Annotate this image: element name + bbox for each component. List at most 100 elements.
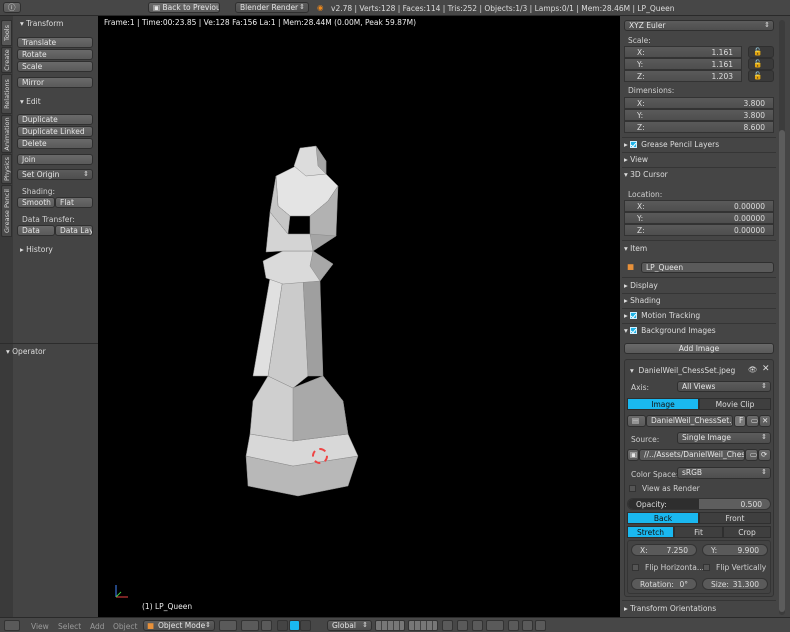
editor-type-3d-view-icon[interactable]: [4, 620, 20, 631]
grease-pencil-layers-header[interactable]: ▸ Grease Pencil Layers: [624, 139, 719, 150]
unlink-icon[interactable]: ✕: [759, 415, 771, 427]
layers-group-2[interactable]: [408, 620, 438, 631]
reload-icon[interactable]: ⟳: [758, 449, 771, 461]
tab-create[interactable]: Create: [1, 47, 12, 73]
snap-target-icon[interactable]: [508, 620, 519, 631]
duplicate-button[interactable]: Duplicate: [17, 114, 93, 125]
tab-grease-pencil[interactable]: Grease Pencil: [1, 185, 12, 237]
stretch-toggle[interactable]: Stretch: [627, 526, 674, 538]
checkbox-icon[interactable]: [703, 564, 710, 571]
size-field[interactable]: Size: 31.300: [702, 578, 768, 590]
close-icon[interactable]: ✕: [762, 364, 770, 374]
lock-scale-y-icon[interactable]: 🔓: [748, 58, 774, 70]
rotation-field[interactable]: Rotation: 0°: [631, 578, 697, 590]
render-animation-icon[interactable]: [535, 620, 546, 631]
set-origin-select[interactable]: Set Origin: [17, 169, 93, 180]
rotate-manipulator-icon[interactable]: [289, 620, 300, 631]
snap-toggle-icon[interactable]: [472, 620, 483, 631]
scale-z-field[interactable]: Z: 1.203: [624, 70, 742, 82]
add-image-button[interactable]: Add Image: [624, 343, 774, 354]
menu-object[interactable]: Object: [113, 622, 137, 631]
cursor-x-field[interactable]: X: 0.00000: [624, 200, 774, 212]
item-panel-header[interactable]: ▾ Item: [624, 243, 647, 254]
flip-vertically-checkbox[interactable]: Flip Vertically: [703, 563, 766, 572]
lock-camera-icon[interactable]: [442, 620, 453, 631]
join-button[interactable]: Join: [17, 154, 93, 165]
tab-movie-clip[interactable]: Movie Clip: [699, 398, 771, 410]
image-path-field[interactable]: //../Assets/DanielWeil_ChessSet...: [639, 449, 745, 461]
smooth-button[interactable]: Smooth: [17, 197, 55, 208]
menu-view[interactable]: View: [31, 622, 49, 631]
rotation-mode-select[interactable]: XYZ Euler: [624, 20, 774, 31]
tab-physics[interactable]: Physics: [1, 154, 12, 184]
shading-panel-header[interactable]: ▸ Shading: [624, 295, 661, 306]
display-panel-header[interactable]: ▸ Display: [624, 280, 658, 291]
transform-panel-header[interactable]: ▾ Transform: [20, 18, 63, 29]
view-panel-header[interactable]: ▸ View: [624, 154, 648, 165]
motion-tracking-header[interactable]: ▸ Motion Tracking: [624, 310, 700, 321]
background-image-header[interactable]: ▾ DanielWeil_ChessSet.jpeg: [630, 365, 735, 376]
proportional-editing-icon[interactable]: [457, 620, 468, 631]
background-images-header[interactable]: ▾ Background Images: [624, 325, 716, 336]
fit-toggle[interactable]: Fit: [674, 526, 723, 538]
eye-icon[interactable]: 👁: [748, 365, 758, 374]
lock-scale-x-icon[interactable]: 🔓: [748, 46, 774, 58]
scale-button[interactable]: Scale: [17, 61, 93, 72]
cursor-z-field[interactable]: Z: 0.00000: [624, 224, 774, 236]
menu-select[interactable]: Select: [58, 622, 81, 631]
flat-button[interactable]: Flat: [55, 197, 93, 208]
back-to-previous-button[interactable]: ▣ Back to Previous: [148, 2, 220, 13]
scrollbar-thumb[interactable]: [779, 130, 785, 612]
folder-icon[interactable]: ▭: [746, 415, 759, 427]
scale-manipulator-icon[interactable]: [300, 620, 311, 631]
view-as-render-checkbox[interactable]: View as Render: [629, 484, 700, 493]
dimension-x-field[interactable]: X: 3.800: [624, 97, 774, 109]
checkbox-checked-icon[interactable]: [630, 141, 638, 148]
lock-scale-z-icon[interactable]: 🔓: [748, 70, 774, 82]
manipulator-icon[interactable]: [261, 620, 272, 631]
cursor-y-field[interactable]: Y: 0.00000: [624, 212, 774, 224]
source-select[interactable]: Single Image: [677, 432, 771, 444]
file-browser-icon[interactable]: ▭: [745, 449, 758, 461]
translate-manipulator-icon[interactable]: [277, 620, 288, 631]
checkbox-checked-icon[interactable]: [630, 327, 638, 334]
offset-x-field[interactable]: X: 7.250: [631, 544, 697, 556]
queen-chess-piece[interactable]: [98, 16, 620, 617]
checkbox-icon[interactable]: [629, 485, 636, 492]
data-button[interactable]: Data: [17, 225, 55, 236]
menu-add[interactable]: Add: [90, 622, 105, 631]
snap-element-icon[interactable]: [486, 620, 504, 631]
crop-toggle[interactable]: Crop: [723, 526, 771, 538]
render-engine-select[interactable]: Blender Render: [235, 2, 309, 13]
tab-image[interactable]: Image: [627, 398, 699, 410]
delete-button[interactable]: Delete: [17, 138, 93, 149]
image-name-field[interactable]: DanielWeil_ChessSet.jpeg: [646, 415, 733, 427]
transform-orientations-header[interactable]: ▸ Transform Orientations: [624, 603, 716, 614]
editor-type-info-button[interactable]: ⓘ: [3, 2, 21, 13]
image-browse-icon[interactable]: ▤: [627, 415, 646, 427]
history-panel-header[interactable]: ▸ History: [20, 244, 53, 255]
tab-tools[interactable]: Tools: [1, 20, 12, 46]
checkbox-checked-icon[interactable]: [630, 312, 638, 319]
opacity-slider[interactable]: Opacity: 0.500: [627, 498, 771, 510]
3d-viewport[interactable]: Frame:1 | Time:00:23.85 | Ve:128 Fa:156 …: [98, 16, 620, 617]
translate-button[interactable]: Translate: [17, 37, 93, 48]
fake-user-button[interactable]: F: [734, 415, 746, 427]
dimension-z-field[interactable]: Z: 8.600: [624, 121, 774, 133]
3d-cursor[interactable]: [312, 448, 328, 464]
scale-y-field[interactable]: Y: 1.161: [624, 58, 742, 70]
offset-y-field[interactable]: Y: 9.900: [702, 544, 768, 556]
3d-cursor-panel-header[interactable]: ▾ 3D Cursor: [624, 169, 668, 180]
edit-panel-header[interactable]: ▾ Edit: [20, 96, 41, 107]
front-toggle[interactable]: Front: [699, 512, 771, 524]
dimension-y-field[interactable]: Y: 3.800: [624, 109, 774, 121]
layers-group-1[interactable]: [375, 620, 405, 631]
scale-x-field[interactable]: X: 1.161: [624, 46, 742, 58]
render-opengl-icon[interactable]: [522, 620, 533, 631]
flip-horizontally-checkbox[interactable]: Flip Horizonta...: [632, 563, 704, 572]
viewport-shading-icon[interactable]: [219, 620, 237, 631]
mirror-button[interactable]: Mirror: [17, 77, 93, 88]
tab-animation[interactable]: Animation: [1, 115, 12, 153]
color-space-select[interactable]: sRGB: [677, 467, 771, 479]
axis-select[interactable]: All Views: [677, 381, 771, 392]
